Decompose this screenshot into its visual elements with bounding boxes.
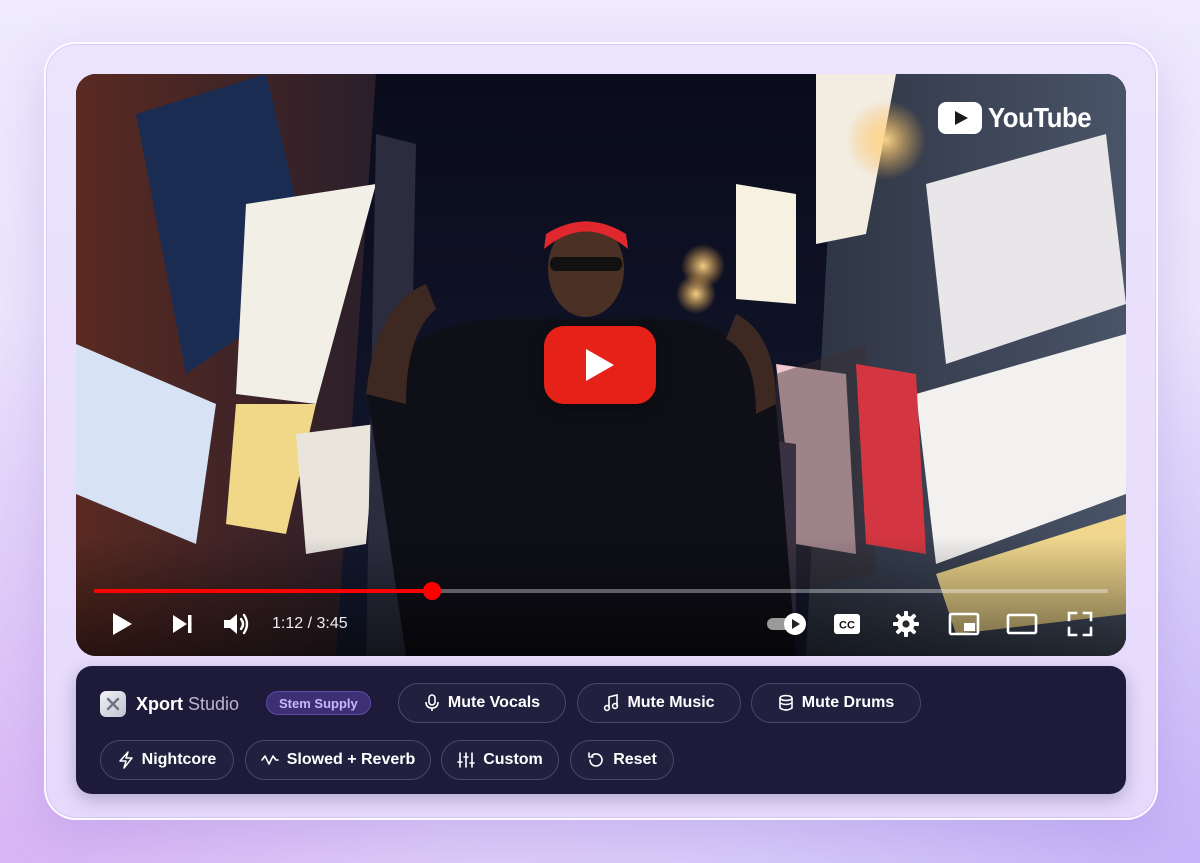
progress-scrubber[interactable] [422,582,441,600]
autoplay-toggle[interactable] [764,606,810,642]
brand: Xport Studio [100,690,239,718]
player-controls: 1:12 / 3:45 CC [76,606,1126,646]
progress-fill [94,589,432,593]
large-play-button[interactable] [544,326,656,404]
lightning-icon [118,751,133,769]
microphone-icon [425,694,439,711]
play-button[interactable] [104,606,140,642]
miniplayer-icon [948,612,980,636]
reset-label: Reset [613,751,657,768]
time-display: 1:12 / 3:45 [272,615,348,632]
slowed-reverb-button[interactable]: Slowed + Reverb [245,740,431,780]
reset-icon [588,752,603,767]
stem-supply-badge: Stem Supply [266,691,371,715]
mute-music-label: Mute Music [627,694,715,711]
stem-toolbar: Xport Studio Stem Supply Mute Vocals Mut… [76,666,1126,794]
progress-bar[interactable] [94,582,1108,600]
nightcore-button[interactable]: Nightcore [100,740,234,780]
custom-label: Custom [483,751,543,768]
volume-button[interactable] [218,606,254,642]
wave-icon [260,755,279,765]
next-button[interactable] [164,606,200,642]
play-icon [586,349,614,381]
reset-button[interactable]: Reset [570,740,674,780]
video-player[interactable]: YouTube 1:12 / 3:45 CC [76,74,1126,656]
captions-icon: CC [834,614,860,634]
theater-mode-button[interactable] [1004,606,1040,642]
brand-suffix: Studio [188,693,240,714]
fullscreen-icon [1067,611,1093,637]
mute-drums-label: Mute Drums [801,694,895,711]
mute-music-button[interactable]: Mute Music [577,683,741,723]
drum-icon [778,694,793,711]
settings-button[interactable] [890,606,922,642]
fullscreen-button[interactable] [1062,606,1098,642]
youtube-logo: YouTube [937,102,1100,134]
captions-label: CC [839,620,855,632]
mute-drums-button[interactable]: Mute Drums [751,683,921,723]
sliders-icon [457,752,476,768]
mute-vocals-label: Mute Vocals [447,694,541,711]
youtube-logo-text: YouTube [987,102,1092,133]
miniplayer-button[interactable] [946,606,982,642]
volume-icon [224,613,249,635]
autoplay-toggle-icon [767,613,806,635]
settings-icon [893,611,919,637]
theater-icon [1006,613,1038,635]
captions-button[interactable]: CC [832,606,862,642]
nightcore-label: Nightcore [141,751,217,768]
youtube-logo-icon [937,102,982,134]
custom-button[interactable]: Custom [441,740,559,780]
music-note-icon [604,694,619,712]
next-icon [173,615,192,633]
play-icon [113,613,132,635]
mute-vocals-button[interactable]: Mute Vocals [398,683,566,723]
brand-name: Xport [136,693,183,714]
xport-logo-icon [100,691,126,717]
slowed-reverb-label: Slowed + Reverb [286,751,416,768]
